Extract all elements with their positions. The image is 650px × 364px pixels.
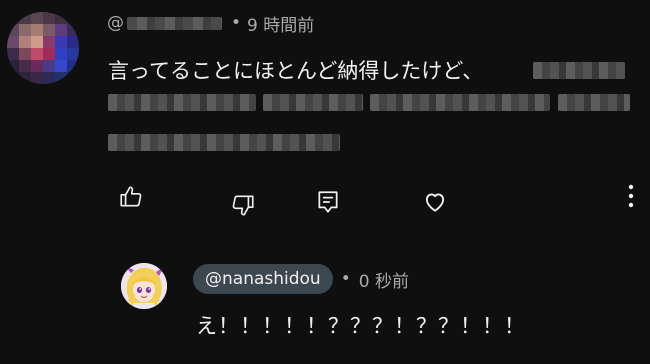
redacted-text [533,62,625,79]
author-at-sign[interactable]: @ [107,13,124,33]
heart-icon[interactable] [420,187,450,217]
mention-chip[interactable]: @nanashidou [193,264,333,294]
comment-timestamp[interactable]: 9 時間前 [247,11,314,36]
redacted-text [370,94,550,111]
redacted-text [108,94,256,111]
comment-header: @ • 9 時間前 [107,11,314,36]
reply-separator: • [340,269,351,289]
reply-avatar[interactable] [121,263,167,309]
redacted-text [263,94,363,111]
reply-text: え！！！！！？？？！？？！！！ [196,314,526,338]
more-vertical-icon[interactable] [616,181,646,211]
thumbs-up-icon[interactable] [116,182,146,212]
commenter-avatar[interactable] [7,12,79,84]
comment-text: 言ってることにほとんど納得したけど、 [108,59,484,83]
reply-header: @nanashidou • 0 秒前 [193,264,409,294]
meta-separator: • [231,13,242,33]
redacted-text [558,94,630,111]
reply-icon[interactable] [313,187,343,217]
redacted-text [108,134,340,151]
thumbs-down-icon[interactable] [228,190,258,220]
reply-timestamp[interactable]: 0 秒前 [359,267,409,292]
redacted-author-handle[interactable] [127,16,222,30]
